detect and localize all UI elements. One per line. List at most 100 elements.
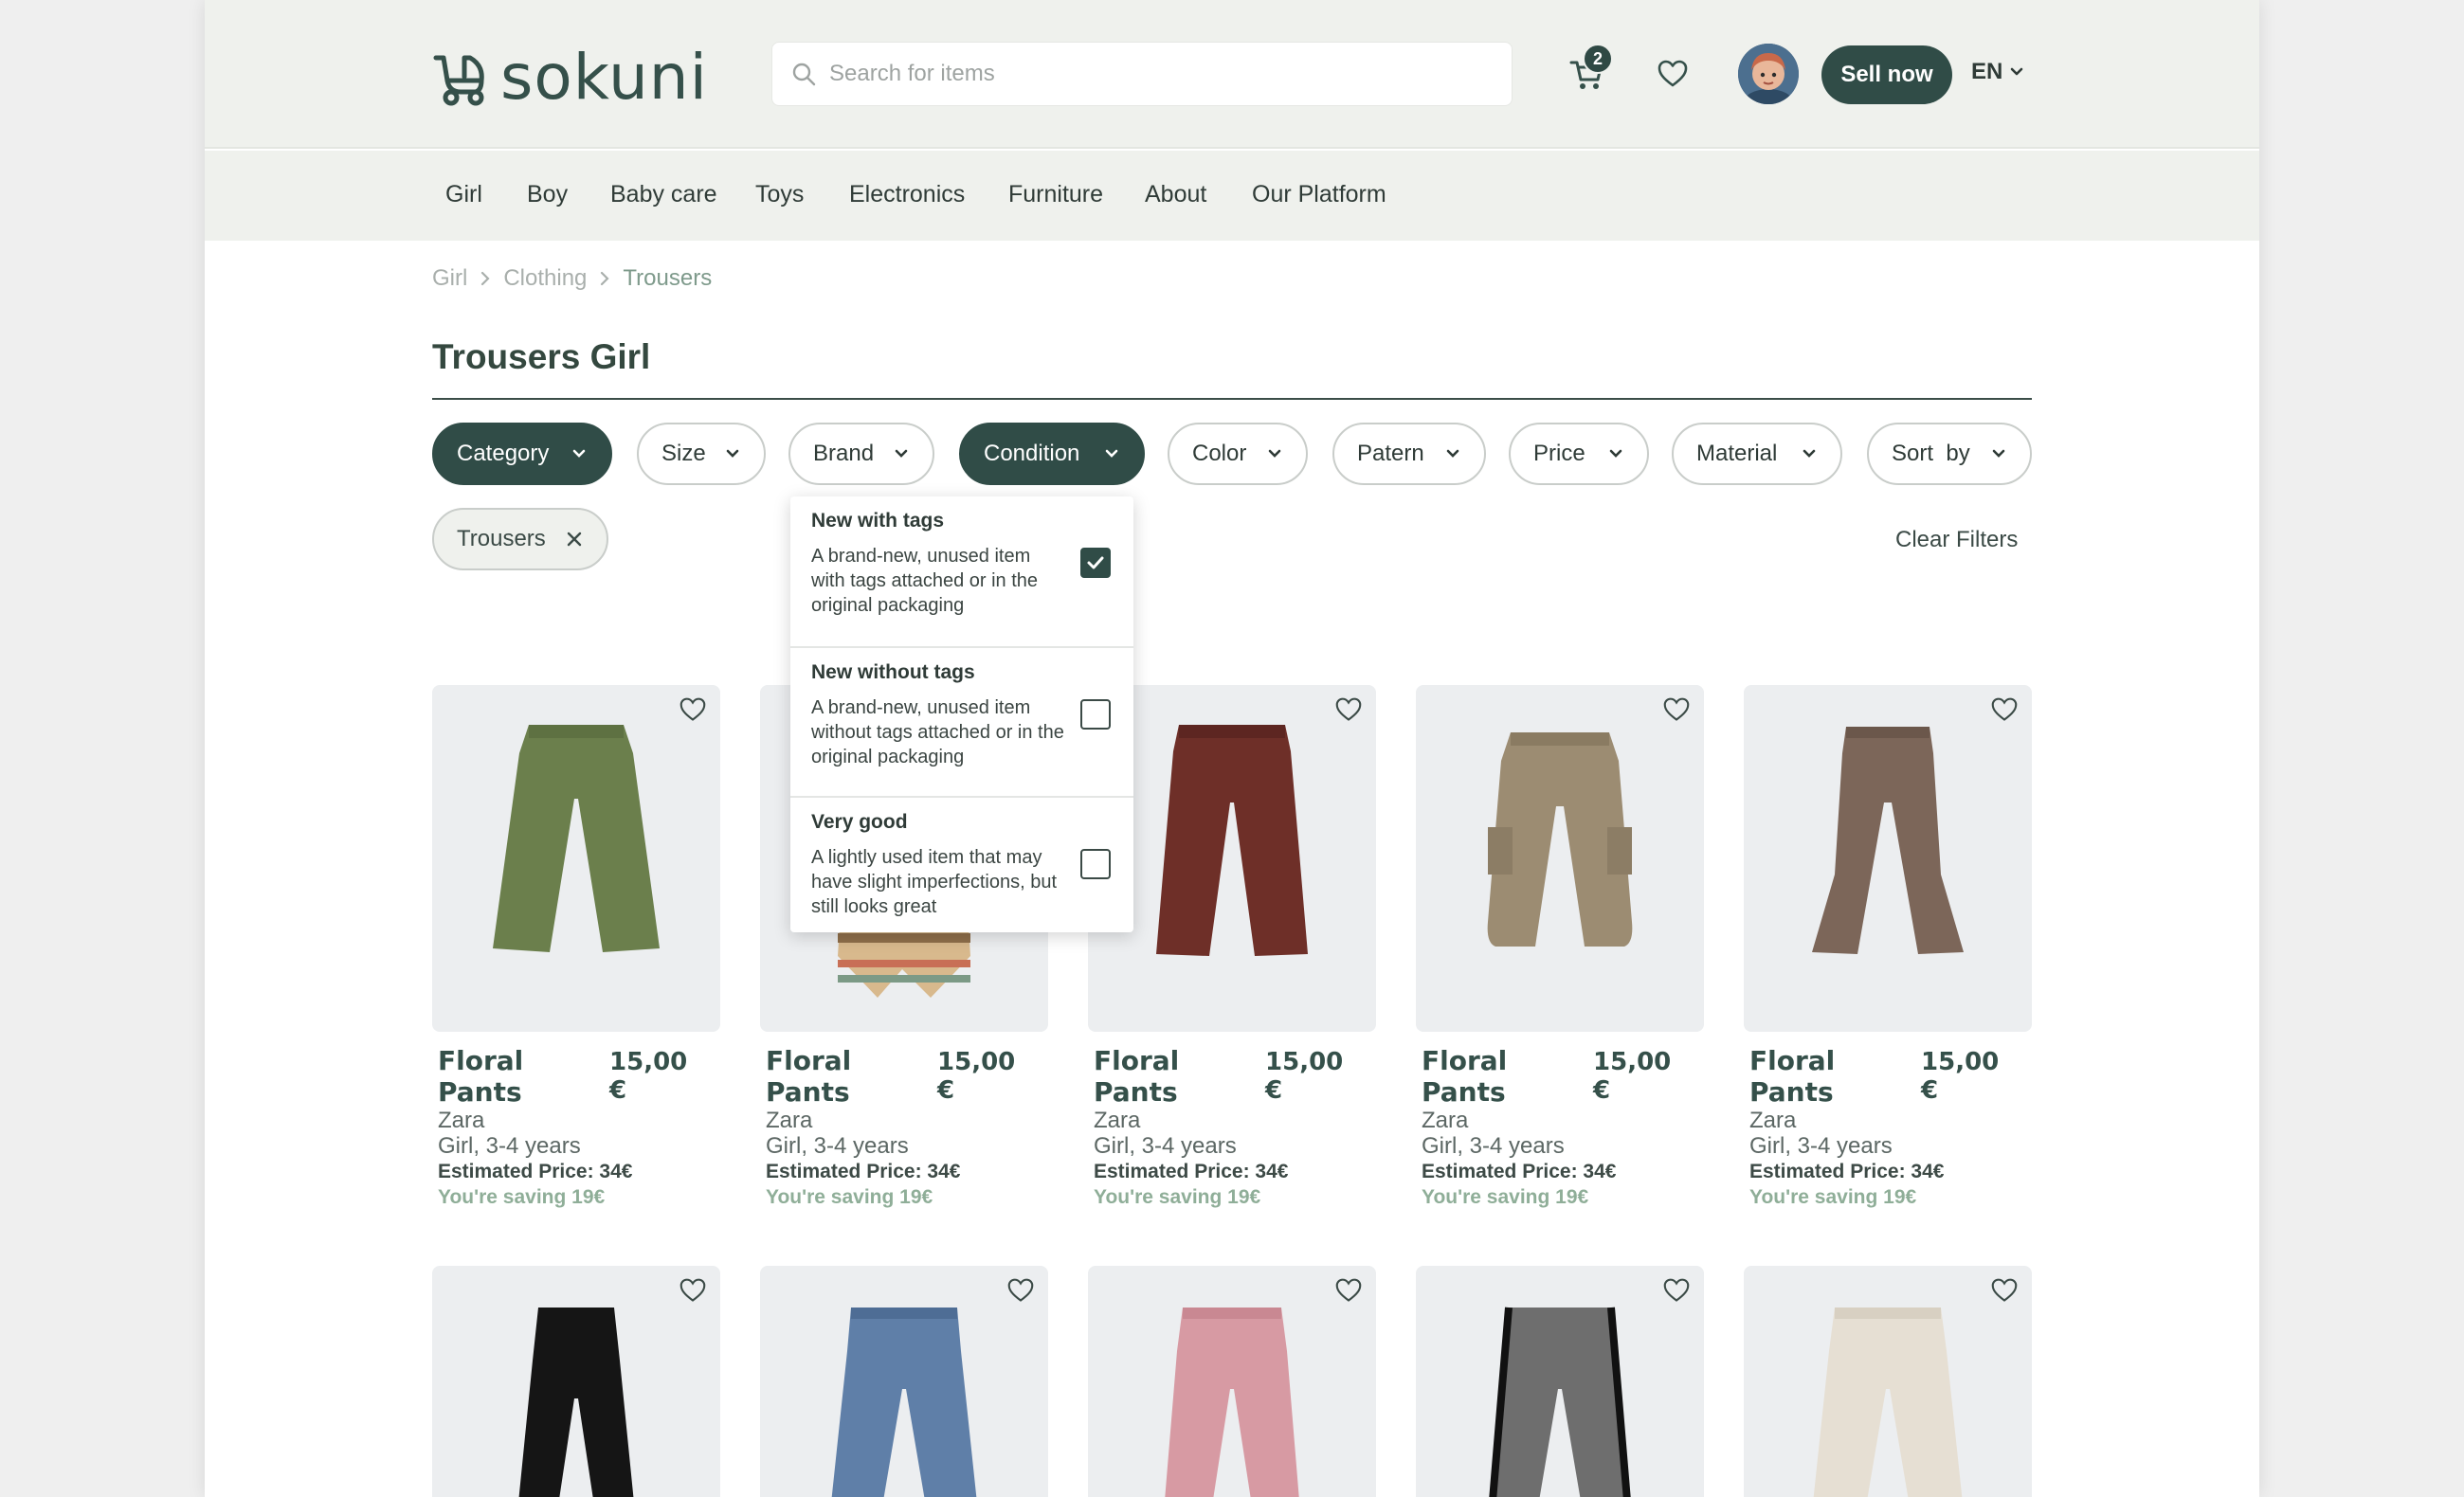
option-checkbox[interactable]: [1080, 849, 1111, 879]
product-info: Floral Pants 15,00 € Zara Girl, 3-4 years…: [1088, 1032, 1376, 1210]
filter-pattern[interactable]: Patern: [1332, 423, 1486, 485]
product-image[interactable]: [432, 685, 720, 1032]
chevron-right-icon: [601, 271, 609, 286]
clear-filters-link[interactable]: Clear Filters: [1895, 527, 2018, 553]
page-title: Trousers Girl: [432, 337, 651, 376]
option-title: New without tags: [811, 661, 975, 683]
product-size: Girl, 3-4 years: [438, 1133, 581, 1159]
chevron-down-icon: [2011, 67, 2023, 76]
option-checkbox[interactable]: [1080, 548, 1111, 578]
breadcrumb: Girl Clothing Trousers: [432, 265, 712, 292]
product-price: 15,00 €: [1921, 1048, 2000, 1105]
chevron-down-icon: [1446, 449, 1459, 458]
saving-amount: You're saving 19€: [1749, 1186, 1917, 1208]
search-icon: [792, 63, 816, 86]
sell-now-button[interactable]: Sell now: [1821, 45, 1952, 104]
nav-item-baby-care[interactable]: Baby care: [610, 181, 717, 208]
option-title: New with tags: [811, 510, 945, 532]
filter-label: Price: [1533, 441, 1585, 466]
active-filter-chip[interactable]: Trousers: [432, 508, 608, 570]
nav-item-furniture[interactable]: Furniture: [1008, 181, 1103, 208]
nav-item-electronics[interactable]: Electronics: [849, 181, 965, 208]
chevron-down-icon: [1105, 449, 1118, 458]
nav-item-toys[interactable]: Toys: [755, 181, 804, 208]
logo[interactable]: sokuni: [432, 40, 708, 116]
product-image[interactable]: [1416, 1266, 1704, 1497]
trousers-image: [831, 1308, 977, 1497]
logo-text: sokuni: [500, 41, 708, 114]
favorite-heart-icon[interactable]: [679, 696, 707, 723]
product-card[interactable]: [760, 1266, 1048, 1497]
filter-condition[interactable]: Condition: [959, 423, 1145, 485]
option-description: A lightly used item that may have slight…: [811, 847, 1058, 917]
filter-category[interactable]: Category: [432, 423, 612, 485]
option-title: Very good: [811, 811, 908, 833]
nav-item-boy[interactable]: Boy: [527, 181, 568, 208]
search-bar[interactable]: [771, 42, 1513, 106]
trousers-image: [1812, 727, 1964, 954]
search-input[interactable]: [829, 61, 1474, 87]
product-image[interactable]: [1744, 1266, 2032, 1497]
nav-item-our-platform[interactable]: Our Platform: [1252, 181, 1386, 208]
nav-item-girl[interactable]: Girl: [445, 181, 482, 208]
favorite-heart-icon[interactable]: [1334, 1277, 1363, 1304]
filter-price[interactable]: Price: [1509, 423, 1649, 485]
nav-item-about[interactable]: About: [1145, 181, 1206, 208]
trousers-image: [493, 725, 660, 952]
breadcrumb-girl[interactable]: Girl: [432, 265, 467, 292]
product-name: Floral Pants: [766, 1045, 852, 1108]
product-image[interactable]: [1088, 1266, 1376, 1497]
favorite-heart-icon[interactable]: [1990, 696, 2019, 723]
favorite-heart-icon[interactable]: [1990, 1277, 2019, 1304]
favorite-heart-icon[interactable]: [1662, 696, 1691, 723]
user-avatar[interactable]: [1738, 44, 1799, 104]
page: sokuni 2: [205, 0, 2259, 1497]
favorite-heart-icon[interactable]: [1006, 1277, 1035, 1304]
condition-option-new-with-tags[interactable]: New with tags A brand-new, unused item w…: [790, 496, 1133, 646]
trousers-image: [1489, 1307, 1631, 1497]
option-checkbox[interactable]: [1080, 699, 1111, 730]
condition-option-very-good[interactable]: Very good A lightly used item that may h…: [790, 796, 1133, 946]
favorites-heart-icon[interactable]: [1657, 59, 1689, 89]
filter-brand[interactable]: Brand: [788, 423, 934, 485]
title-divider: [432, 398, 2032, 400]
product-card[interactable]: [1088, 1266, 1376, 1497]
product-card[interactable]: Floral Pants 15,00 € Zara Girl, 3-4 years…: [1744, 685, 2032, 1210]
trousers-image: [1487, 732, 1633, 947]
filter-label: Brand: [813, 441, 875, 466]
filter-label: Patern: [1357, 441, 1424, 466]
filter-color[interactable]: Color: [1168, 423, 1308, 485]
filter-size[interactable]: Size: [637, 423, 766, 485]
saving-amount: You're saving 19€: [1094, 1186, 1261, 1208]
product-info: Floral Pants 15,00 € Zara Girl, 3-4 years…: [432, 1032, 720, 1210]
product-card[interactable]: [1744, 1266, 2032, 1497]
product-image[interactable]: [1744, 685, 2032, 1032]
filter-material[interactable]: Material: [1672, 423, 1842, 485]
chevron-down-icon: [895, 449, 908, 458]
chevron-down-icon: [1992, 449, 2005, 458]
checkmark-icon: [1087, 556, 1104, 569]
filter-label: Condition: [984, 441, 1080, 466]
sort-by-dropdown[interactable]: Sort by: [1867, 423, 2032, 485]
stroller-logo-icon: [433, 55, 484, 106]
favorite-heart-icon[interactable]: [679, 1277, 707, 1304]
product-image[interactable]: [1416, 685, 1704, 1032]
favorite-heart-icon[interactable]: [1334, 696, 1363, 723]
chip-label: Trousers: [457, 526, 546, 551]
product-card[interactable]: [1416, 1266, 1704, 1497]
language-selector[interactable]: EN: [1971, 59, 2025, 85]
product-image[interactable]: [432, 1266, 720, 1497]
product-image[interactable]: [760, 1266, 1048, 1497]
breadcrumb-clothing[interactable]: Clothing: [503, 265, 587, 292]
product-card[interactable]: Floral Pants 15,00 € Zara Girl, 3-4 years…: [432, 685, 720, 1210]
filter-label: Size: [661, 441, 706, 466]
saving-amount: You're saving 19€: [1422, 1186, 1589, 1208]
favorite-heart-icon[interactable]: [1662, 1277, 1691, 1304]
product-card[interactable]: Floral Pants 15,00 € Zara Girl, 3-4 years…: [1416, 685, 1704, 1210]
trousers-image: [518, 1308, 634, 1497]
condition-option-new-without-tags[interactable]: New without tags A brand-new, unused ite…: [790, 646, 1133, 796]
chevron-right-icon: [481, 271, 490, 286]
close-icon[interactable]: [565, 530, 584, 549]
language-label: EN: [1971, 59, 2003, 84]
product-card[interactable]: [432, 1266, 720, 1497]
